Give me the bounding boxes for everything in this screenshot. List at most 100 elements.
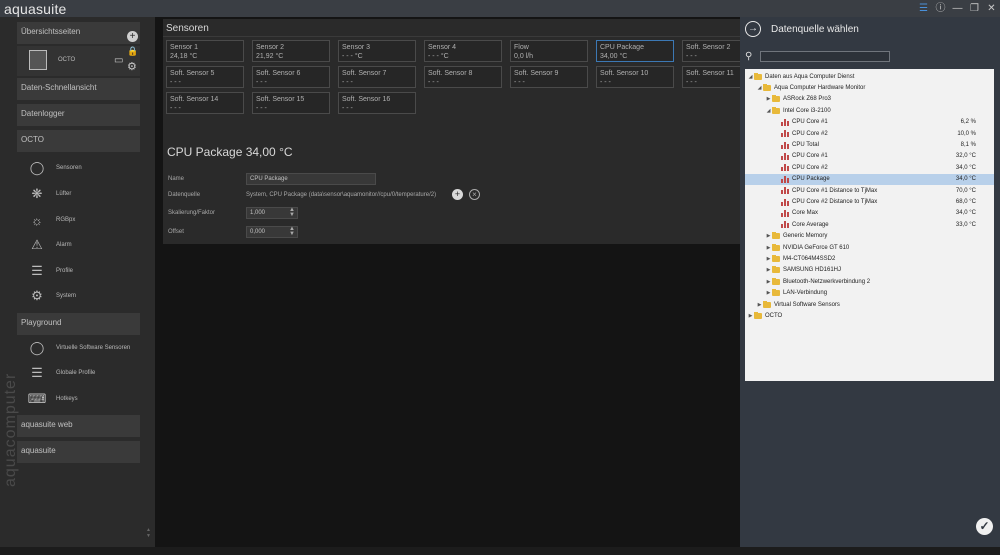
collapsed-arrow-icon[interactable]: ▶ [756,302,763,308]
search-input[interactable] [760,51,891,62]
lock-icon[interactable]: 🔒 [127,46,138,57]
tree-sensor-row[interactable]: Core Average 33,0 °C [745,219,994,230]
sidebar-item-global-profiles[interactable]: ☰ Globale Profile [26,362,95,384]
sensor-tile[interactable]: Soft. Sensor 14 - - - [166,92,244,114]
confirm-button[interactable]: ✓ [976,518,993,535]
tree-folder-row[interactable]: ▶ NVIDIA GeForce GT 610 [745,242,994,253]
add-source-button[interactable]: + [452,189,463,200]
sensor-tile-value: - - - [170,79,181,86]
tree-sensor-row[interactable]: CPU Core #2 Distance to TjMax 68,0 °C [745,196,994,207]
sidebar-scroll-arrows[interactable]: ▲ ▼ [146,527,152,555]
sidebar-section-label: Playground [21,318,62,327]
tree-sensor-row[interactable]: CPU Total 8,1 % [745,139,994,150]
sensor-tile[interactable]: Soft. Sensor 7 - - - [338,66,416,88]
tree-folder-row[interactable]: ▶ SAMSUNG HD161HJ [745,265,994,276]
sensor-tile-value: 0,0 l/h [514,53,534,60]
collapsed-arrow-icon[interactable]: ▶ [765,267,772,273]
collapsed-arrow-icon[interactable]: ▶ [747,313,754,319]
info-icon[interactable]: ⓘ [932,0,949,17]
close-button[interactable]: ✕ [983,0,1000,17]
tree-folder-row[interactable]: ▶ LAN-Verbindung [745,288,994,299]
collapsed-arrow-icon[interactable]: ▶ [765,256,772,262]
tree-folder-row[interactable]: ▶ Bluetooth-Netzwerkverbindung 2 [745,276,994,287]
sensor-chart-icon [781,209,789,217]
sidebar-section-overview[interactable]: Übersichtsseiten + [17,22,140,44]
tree-sensor-row[interactable]: CPU Core #2 34,0 °C [745,162,994,173]
sidebar-item-sensoren[interactable]: ◯ Sensoren [26,157,82,179]
sidebar-section-aquasuite[interactable]: aquasuite [17,441,140,463]
sensor-tile[interactable]: Soft. Sensor 10 - - - [596,66,674,88]
add-icon[interactable]: + [127,31,138,42]
sidebar-section-octo[interactable]: OCTO [17,130,140,152]
expanded-arrow-icon[interactable]: ◢ [756,85,763,91]
tree-sensor-row[interactable]: CPU Core #1 Distance to TjMax 70,0 °C [745,185,994,196]
expanded-arrow-icon[interactable]: ◢ [765,108,772,114]
sidebar-item-profile[interactable]: ☰ Profile [26,260,73,282]
scale-stepper[interactable]: 1,000 ▲ ▼ [246,207,298,219]
tree-sensor-row[interactable]: CPU Core #2 10,0 % [745,128,994,139]
arrow-right-circle-icon[interactable]: → [745,21,761,37]
tree-row-label: CPU Core #1 [792,119,828,126]
tree-sensor-row[interactable]: CPU Package 34,0 °C [745,173,994,185]
device-card[interactable]: OCTO ▭ 🔒 ⚙ [17,46,140,76]
sensor-tile[interactable]: Soft. Sensor 9 - - - [510,66,588,88]
sensor-tile-name: Sensor 1 [170,44,199,51]
collapsed-arrow-icon[interactable]: ▶ [765,245,772,251]
spin-arrows-icon[interactable]: ▲ ▼ [289,207,295,218]
expanded-arrow-icon[interactable]: ◢ [747,74,754,80]
sidebar-item-system[interactable]: ⚙ System [26,285,76,307]
collapsed-arrow-icon[interactable]: ▶ [765,290,772,296]
sensor-tile[interactable]: Soft. Sensor 16 - - - [338,92,416,114]
tree-folder-row[interactable]: ▶ OCTO [745,310,994,321]
sensor-tile[interactable]: Soft. Sensor 8 - - - [424,66,502,88]
tree-folder-row[interactable]: ◢ Daten aus Aqua Computer Dienst [745,71,994,82]
tree-row-label: SAMSUNG HD161HJ [783,267,842,274]
sensor-tile-name: Flow [514,44,529,51]
restore-button[interactable]: ❐ [966,0,983,17]
monitor-icon[interactable]: ▭ [114,55,123,66]
spin-arrows-icon[interactable]: ▲ ▼ [289,226,295,237]
tree-folder-row[interactable]: ▶ M4-CT064M4SSD2 [745,253,994,264]
minimize-button[interactable]: — [949,0,966,17]
sidebar-item-virtual-sensors[interactable]: ◯ Virtuelle Software Sensoren [26,337,131,359]
folder-icon [754,72,762,80]
name-field[interactable]: CPU Package [246,173,376,185]
tree-sensor-row[interactable]: Core Max 34,0 °C [745,208,994,219]
tree-folder-row[interactable]: ◢ Intel Core i3-2100 [745,105,994,116]
sensor-tile[interactable]: Sensor 1 24,18 °C [166,40,244,62]
collapsed-arrow-icon[interactable]: ▶ [765,96,772,102]
sensor-tile[interactable]: Soft. Sensor 5 - - - [166,66,244,88]
sensor-tile[interactable]: Soft. Sensor 6 - - - [252,66,330,88]
remove-source-button[interactable]: × [469,189,480,200]
offset-stepper[interactable]: 0,000 ▲ ▼ [246,226,298,238]
sensor-tile[interactable]: Sensor 2 21,92 °C [252,40,330,62]
sidebar-item-hotkeys[interactable]: ⌨ Hotkeys [26,388,78,410]
sensor-tile[interactable]: Soft. Sensor 15 - - - [252,92,330,114]
collapsed-arrow-icon[interactable]: ▶ [765,279,772,285]
sensor-tile[interactable]: Sensor 4 - - - °C [424,40,502,62]
title-bar: aquasuite ☰ ⓘ — ❐ ✕ [0,0,1000,17]
sidebar-section-playground[interactable]: Playground [17,313,140,335]
tree-folder-row[interactable]: ▶ Virtual Software Sensors [745,299,994,310]
bulb-icon: ☼ [31,212,43,228]
gear-icon[interactable]: ⚙ [127,60,137,73]
tree-folder-row[interactable]: ▶ Generic Memory [745,231,994,242]
tree-sensor-row[interactable]: CPU Core #1 6,2 % [745,117,994,128]
tree-folder-row[interactable]: ◢ Aqua Computer Hardware Monitor [745,82,994,93]
sidebar-section-quick-view[interactable]: Daten-Schnellansicht [17,78,140,100]
sidebar-item-luefter[interactable]: ❋ Lüfter [26,183,72,205]
sidebar-item-rgbpx[interactable]: ☼ RGBpx [26,209,75,231]
tree-folder-row[interactable]: ▶ ASRock Z68 Pro3 [745,94,994,105]
sensor-tile[interactable]: CPU Package 34,00 °C [596,40,674,62]
sidebar-item-alarm[interactable]: ⚠ Alarm [26,234,72,256]
tree-sensor-row[interactable]: CPU Core #1 32,0 °C [745,151,994,162]
layers-icon[interactable]: ☰ [915,0,932,17]
sidebar-section-datalogger[interactable]: Datenlogger [17,104,140,126]
sidebar-section-web[interactable]: aquasuite web [17,415,140,437]
collapsed-arrow-icon[interactable]: ▶ [765,233,772,239]
sensor-tile[interactable]: Sensor 3 - - - °C [338,40,416,62]
name-label: Name [168,176,185,182]
search-bar: ⚲ [745,51,891,62]
sensor-chart-icon [781,221,789,229]
sensor-tile[interactable]: Flow 0,0 l/h [510,40,588,62]
